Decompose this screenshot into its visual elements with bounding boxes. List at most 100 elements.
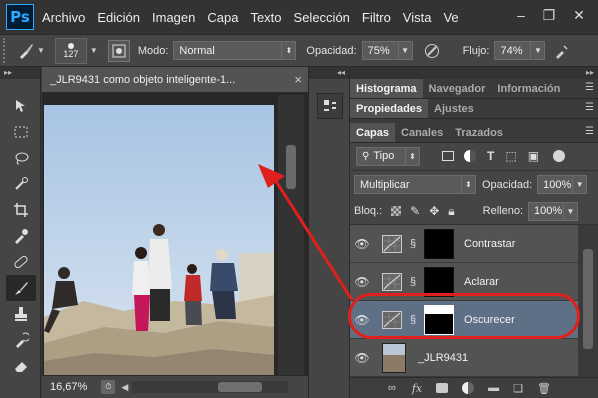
marquee-icon[interactable] bbox=[6, 119, 36, 145]
brush-size-dropdown-icon[interactable]: ▼ bbox=[90, 46, 98, 55]
document-tab[interactable]: _JLR9431 como objeto inteligente-1... × bbox=[42, 67, 308, 93]
menu-vista[interactable]: Vista bbox=[403, 10, 432, 25]
layer-name[interactable]: _JLR9431 bbox=[418, 352, 468, 364]
brush-preset-icon[interactable] bbox=[15, 40, 37, 62]
visibility-eye-icon[interactable]: 👁︎ bbox=[350, 313, 374, 327]
vertical-scrollbar[interactable] bbox=[278, 95, 304, 375]
layer-row[interactable]: 👁︎ § Contrastar bbox=[350, 225, 578, 263]
add-mask-icon[interactable] bbox=[436, 383, 449, 393]
tools-collapse-icon[interactable]: ▸▸ bbox=[0, 67, 40, 79]
tab-capas[interactable]: Capas bbox=[350, 123, 396, 142]
layer-mask-thumbnail[interactable] bbox=[424, 266, 454, 297]
history-panel-icon[interactable] bbox=[317, 93, 343, 119]
close-button[interactable]: ✕ bbox=[566, 4, 592, 26]
tablet-pressure-opacity-icon[interactable] bbox=[421, 40, 443, 62]
layer-opacity-field[interactable]: 100% ▼ bbox=[537, 175, 588, 194]
dock-collapse-icon[interactable]: ◂◂ bbox=[309, 67, 349, 79]
panel-menu-icon[interactable]: ☰ bbox=[585, 82, 594, 93]
brush-panel-icon[interactable] bbox=[107, 39, 130, 62]
horizontal-scrollbar[interactable] bbox=[132, 381, 289, 393]
history-brush-icon[interactable] bbox=[6, 327, 36, 353]
layer-opacity-dropdown-icon[interactable]: ▼ bbox=[572, 176, 586, 193]
fill-dropdown-icon[interactable]: ▼ bbox=[563, 202, 577, 220]
stamp-icon[interactable] bbox=[6, 301, 36, 327]
zoom-level[interactable]: 16,67% bbox=[50, 381, 87, 393]
lock-pixels-icon[interactable]: ✎ bbox=[410, 204, 420, 218]
tab-informacion[interactable]: Información bbox=[491, 79, 566, 98]
layer-row-selected[interactable]: 👁︎ § Oscurecer bbox=[350, 301, 578, 339]
layer-style-icon[interactable]: fx bbox=[412, 382, 422, 395]
menu-imagen[interactable]: Imagen bbox=[152, 10, 195, 25]
filter-type-icon[interactable]: T bbox=[487, 149, 494, 163]
new-group-icon[interactable]: ▬ bbox=[488, 382, 499, 394]
menu-archivo[interactable]: Archivo bbox=[42, 10, 85, 25]
tab-histograma[interactable]: Histograma bbox=[350, 79, 423, 98]
menu-edicion[interactable]: Edición bbox=[97, 10, 140, 25]
layer-row[interactable]: 👁︎ _JLR9431 bbox=[350, 339, 578, 377]
flow-dropdown-icon[interactable]: ▼ bbox=[530, 42, 544, 59]
menu-seleccion[interactable]: Selección bbox=[294, 10, 350, 25]
document-close-icon[interactable]: × bbox=[294, 72, 302, 87]
filter-shape-icon[interactable]: ⬚ bbox=[505, 149, 516, 163]
brush-preset-dropdown-icon[interactable]: ▼ bbox=[37, 46, 45, 55]
fill-field[interactable]: 100% ▼ bbox=[528, 201, 579, 221]
layer-image-thumbnail[interactable] bbox=[382, 342, 406, 373]
mask-link-icon[interactable]: § bbox=[406, 276, 420, 288]
tab-propiedades[interactable]: Propiedades bbox=[350, 99, 429, 118]
minimize-button[interactable]: – bbox=[508, 4, 534, 26]
visibility-eye-icon[interactable]: 👁︎ bbox=[350, 351, 374, 365]
image-canvas[interactable] bbox=[44, 105, 274, 377]
layers-scroll-thumb[interactable] bbox=[583, 249, 593, 349]
lock-position-icon[interactable]: ✥ bbox=[429, 204, 439, 218]
horizontal-scroll-thumb[interactable] bbox=[218, 382, 263, 392]
layer-name[interactable]: Contrastar bbox=[464, 238, 515, 250]
filter-toggle-icon[interactable] bbox=[553, 150, 566, 162]
status-left-arrow-icon[interactable]: ◀ bbox=[121, 382, 128, 393]
filter-kind-select[interactable]: ⚲ Tipo ⬍ bbox=[356, 146, 420, 166]
filter-pixel-icon[interactable] bbox=[442, 151, 454, 161]
layer-name[interactable]: Oscurecer bbox=[464, 314, 515, 326]
eyedropper-icon[interactable] bbox=[6, 223, 36, 249]
menu-capa[interactable]: Capa bbox=[207, 10, 238, 25]
layers-scrollbar[interactable] bbox=[578, 225, 598, 377]
maximize-button[interactable]: ❐ bbox=[536, 4, 562, 26]
panels-collapse-icon[interactable]: ▸▸ bbox=[350, 67, 598, 79]
visibility-eye-icon[interactable]: 👁︎ bbox=[350, 275, 374, 289]
menu-ventana[interactable]: Ve bbox=[443, 10, 458, 25]
visibility-eye-icon[interactable]: 👁︎ bbox=[350, 237, 374, 251]
tab-trazados[interactable]: Trazados bbox=[449, 123, 509, 142]
link-layers-icon[interactable]: ∞ bbox=[388, 382, 396, 394]
new-adjustment-icon[interactable] bbox=[462, 382, 475, 394]
lock-transparency-icon[interactable] bbox=[391, 206, 402, 216]
tab-ajustes[interactable]: Ajustes bbox=[428, 99, 480, 118]
opacity-dropdown-icon[interactable]: ▼ bbox=[397, 42, 412, 59]
menu-filtro[interactable]: Filtro bbox=[362, 10, 391, 25]
panel-menu-icon[interactable]: ☰ bbox=[585, 102, 594, 113]
brush-size-picker[interactable]: 127 bbox=[54, 37, 87, 64]
filter-adjustment-icon[interactable] bbox=[464, 150, 476, 162]
layer-name[interactable]: Aclarar bbox=[464, 276, 499, 288]
eraser-icon[interactable] bbox=[6, 353, 36, 379]
layer-row[interactable]: 👁︎ § Aclarar bbox=[350, 263, 578, 301]
mask-link-icon[interactable]: § bbox=[406, 238, 420, 250]
brush-icon[interactable] bbox=[6, 275, 36, 301]
panel-menu-icon[interactable]: ☰ bbox=[585, 126, 594, 137]
move-icon[interactable] bbox=[6, 93, 36, 119]
vertical-scroll-thumb[interactable] bbox=[286, 145, 296, 189]
lasso-icon[interactable] bbox=[6, 145, 36, 171]
layer-mask-thumbnail[interactable] bbox=[424, 304, 454, 335]
opacity-field[interactable]: 75% ▼ bbox=[361, 41, 413, 60]
options-bar-grip[interactable] bbox=[3, 38, 9, 63]
status-info-icon[interactable]: ⏱ bbox=[101, 380, 116, 394]
tab-navegador[interactable]: Navegador bbox=[423, 79, 492, 98]
menu-texto[interactable]: Texto bbox=[250, 10, 281, 25]
layer-mask-thumbnail[interactable] bbox=[424, 228, 454, 259]
lock-all-icon[interactable]: 🔒︎ bbox=[448, 204, 454, 219]
tab-canales[interactable]: Canales bbox=[395, 123, 449, 142]
delete-layer-icon[interactable]: 🗑︎ bbox=[537, 382, 551, 395]
crop-icon[interactable] bbox=[6, 197, 36, 223]
flow-field[interactable]: 74% ▼ bbox=[494, 41, 546, 60]
healing-icon[interactable] bbox=[6, 249, 36, 275]
airbrush-icon[interactable] bbox=[551, 40, 573, 62]
new-layer-icon[interactable]: ❏ bbox=[513, 382, 523, 395]
